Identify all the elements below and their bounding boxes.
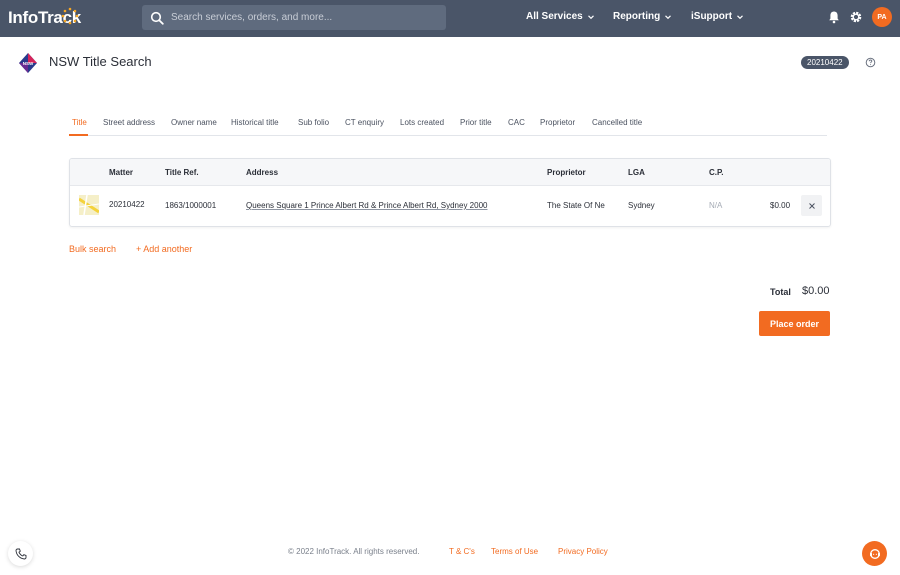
- nav-reporting[interactable]: Reporting: [613, 11, 672, 22]
- add-another-link[interactable]: + Add another: [136, 244, 192, 254]
- chevron-down-icon: [587, 14, 594, 19]
- infotrack-logo[interactable]: InfoTrack: [8, 7, 81, 28]
- nav-all-services-label: All Services: [526, 11, 583, 22]
- cell-title-ref: 1863/1000001: [165, 201, 217, 210]
- cell-address-link[interactable]: Queens Square 1 Prince Albert Rd & Princ…: [246, 201, 487, 210]
- footer-link-tcs[interactable]: T & C's: [449, 547, 475, 556]
- cell-matter: 20210422: [109, 200, 145, 209]
- nav-isupport-label: iSupport: [691, 11, 733, 22]
- nsw-logo-text: NSW: [23, 61, 34, 66]
- top-navigation-bar: InfoTrack All Services Reporting iSuppor…: [0, 0, 900, 37]
- gear-icon[interactable]: [849, 10, 863, 24]
- tab-cac[interactable]: CAC: [508, 118, 525, 127]
- map-thumbnail-icon[interactable]: [79, 195, 99, 215]
- column-header-matter: Matter: [109, 168, 134, 177]
- matter-badge: 20210422: [801, 56, 849, 69]
- cell-cp: N/A: [709, 201, 723, 210]
- avatar-initials: PA: [877, 13, 887, 21]
- logo-sun-icon: [61, 7, 79, 25]
- tab-owner-name[interactable]: Owner name: [171, 118, 217, 127]
- total-value: $0.00: [802, 285, 830, 297]
- table-header: Matter Title Ref. Address Proprietor LGA…: [70, 159, 830, 186]
- tab-proprietor[interactable]: Proprietor: [540, 118, 575, 127]
- close-icon: [808, 202, 815, 209]
- page-title: NSW Title Search: [49, 54, 152, 69]
- column-header-address: Address: [246, 168, 279, 177]
- bell-icon[interactable]: [827, 10, 841, 24]
- phone-icon: [15, 548, 26, 559]
- tab-cancelled-title[interactable]: Cancelled title: [592, 118, 642, 127]
- nav-reporting-label: Reporting: [613, 11, 661, 22]
- nav-all-services[interactable]: All Services: [526, 11, 595, 22]
- live-chat-button[interactable]: [862, 541, 887, 566]
- cell-proprietor: The State Of Ne: [547, 201, 605, 210]
- search-input[interactable]: [171, 12, 421, 23]
- chevron-down-icon: [737, 14, 744, 19]
- tab-lots-created[interactable]: Lots created: [400, 118, 444, 127]
- footer-link-privacy-policy[interactable]: Privacy Policy: [558, 547, 608, 556]
- tab-prior-title[interactable]: Prior title: [460, 118, 492, 127]
- phone-button[interactable]: [8, 541, 33, 566]
- chat-headset-icon: [869, 548, 880, 559]
- global-search-bar[interactable]: [142, 5, 446, 30]
- column-header-cp: C.P.: [709, 168, 724, 177]
- tab-street-address[interactable]: Street address: [103, 118, 155, 127]
- tab-ct-enquiry[interactable]: CT enquiry: [345, 118, 384, 127]
- column-header-lga: LGA: [628, 168, 645, 177]
- place-order-button[interactable]: Place order: [759, 311, 830, 336]
- footer-link-terms-of-use[interactable]: Terms of Use: [491, 547, 538, 556]
- tab-historical-title[interactable]: Historical title: [231, 118, 279, 127]
- column-header-proprietor: Proprietor: [547, 168, 586, 177]
- cell-price: $0.00: [770, 201, 791, 210]
- help-icon[interactable]: [863, 55, 878, 70]
- chevron-down-icon: [665, 14, 672, 19]
- search-type-tabs: Title Street address Owner name Historic…: [69, 114, 827, 136]
- tab-sub-folio[interactable]: Sub folio: [298, 118, 329, 127]
- order-items-table: Matter Title Ref. Address Proprietor LGA…: [69, 158, 831, 227]
- table-row: 20210422 1863/1000001 Queens Square 1 Pr…: [70, 186, 830, 226]
- tab-title[interactable]: Title: [72, 118, 87, 127]
- search-icon: [150, 11, 164, 25]
- bulk-search-link[interactable]: Bulk search: [69, 244, 116, 254]
- nav-isupport[interactable]: iSupport: [691, 11, 744, 22]
- active-tab-indicator: [69, 134, 88, 136]
- footer-copyright: © 2022 InfoTrack. All rights reserved.: [288, 547, 420, 556]
- column-header-title-ref: Title Ref.: [165, 168, 199, 177]
- user-avatar[interactable]: PA: [872, 7, 892, 27]
- total-label: Total: [770, 287, 791, 297]
- nsw-waratah-logo-icon: NSW: [19, 53, 37, 73]
- cell-lga: Sydney: [628, 201, 655, 210]
- remove-row-button[interactable]: [801, 195, 822, 216]
